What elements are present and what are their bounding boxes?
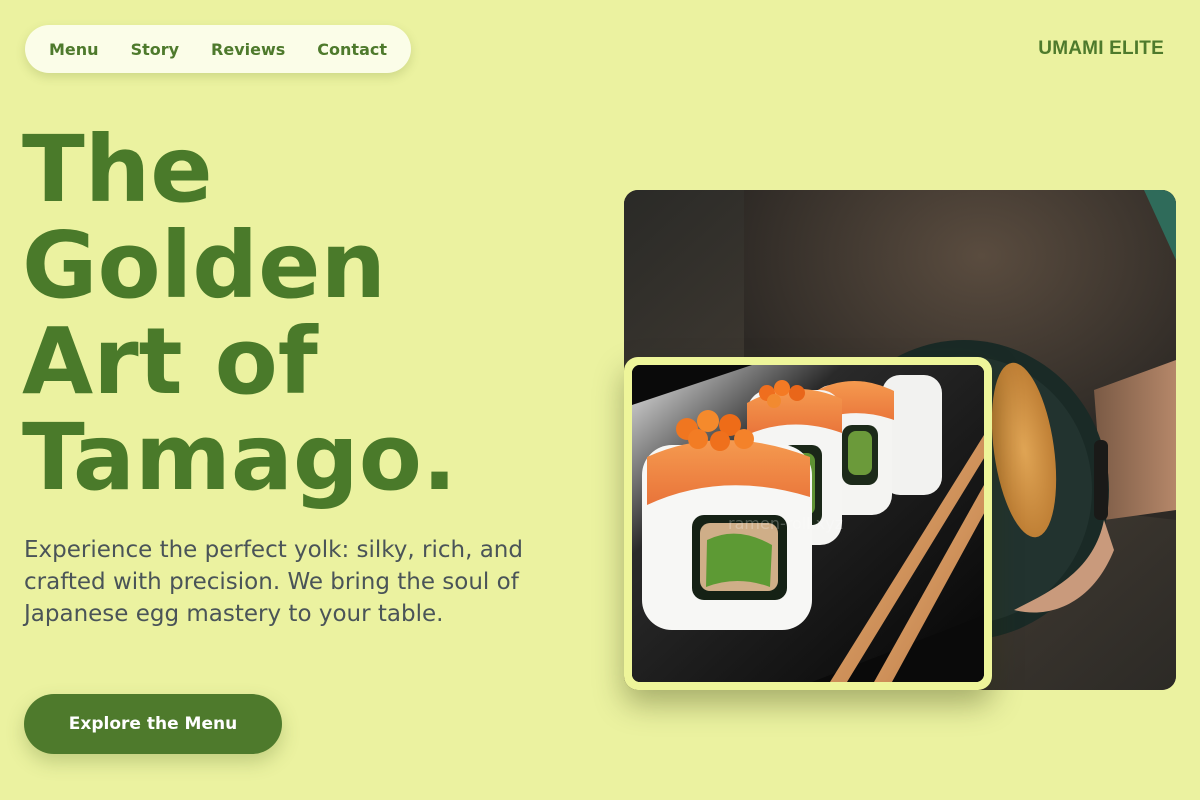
brand-logo[interactable]: UMAMI ELITE bbox=[1038, 38, 1164, 60]
nav-menu-link[interactable]: Menu bbox=[49, 40, 99, 59]
top-nav: Menu Story Reviews Contact bbox=[25, 25, 411, 73]
hero-title-line: Tamago. bbox=[22, 404, 457, 511]
nav-contact-link[interactable]: Contact bbox=[317, 40, 387, 59]
hero-subtitle: Experience the perfect yolk: silky, rich… bbox=[24, 537, 523, 627]
nav-reviews-link[interactable]: Reviews bbox=[211, 40, 285, 59]
explore-menu-button[interactable]: Explore the Menu bbox=[24, 694, 282, 754]
hero-title-line: The bbox=[22, 116, 213, 223]
hero-title: The Golden Art of Tamago. bbox=[22, 122, 582, 506]
hero-title-line: Art of bbox=[22, 308, 318, 415]
image-watermark: ramen-roll.xyz bbox=[728, 514, 844, 533]
nav-story-link[interactable]: Story bbox=[131, 40, 179, 59]
hero-title-line: Golden bbox=[22, 212, 387, 319]
